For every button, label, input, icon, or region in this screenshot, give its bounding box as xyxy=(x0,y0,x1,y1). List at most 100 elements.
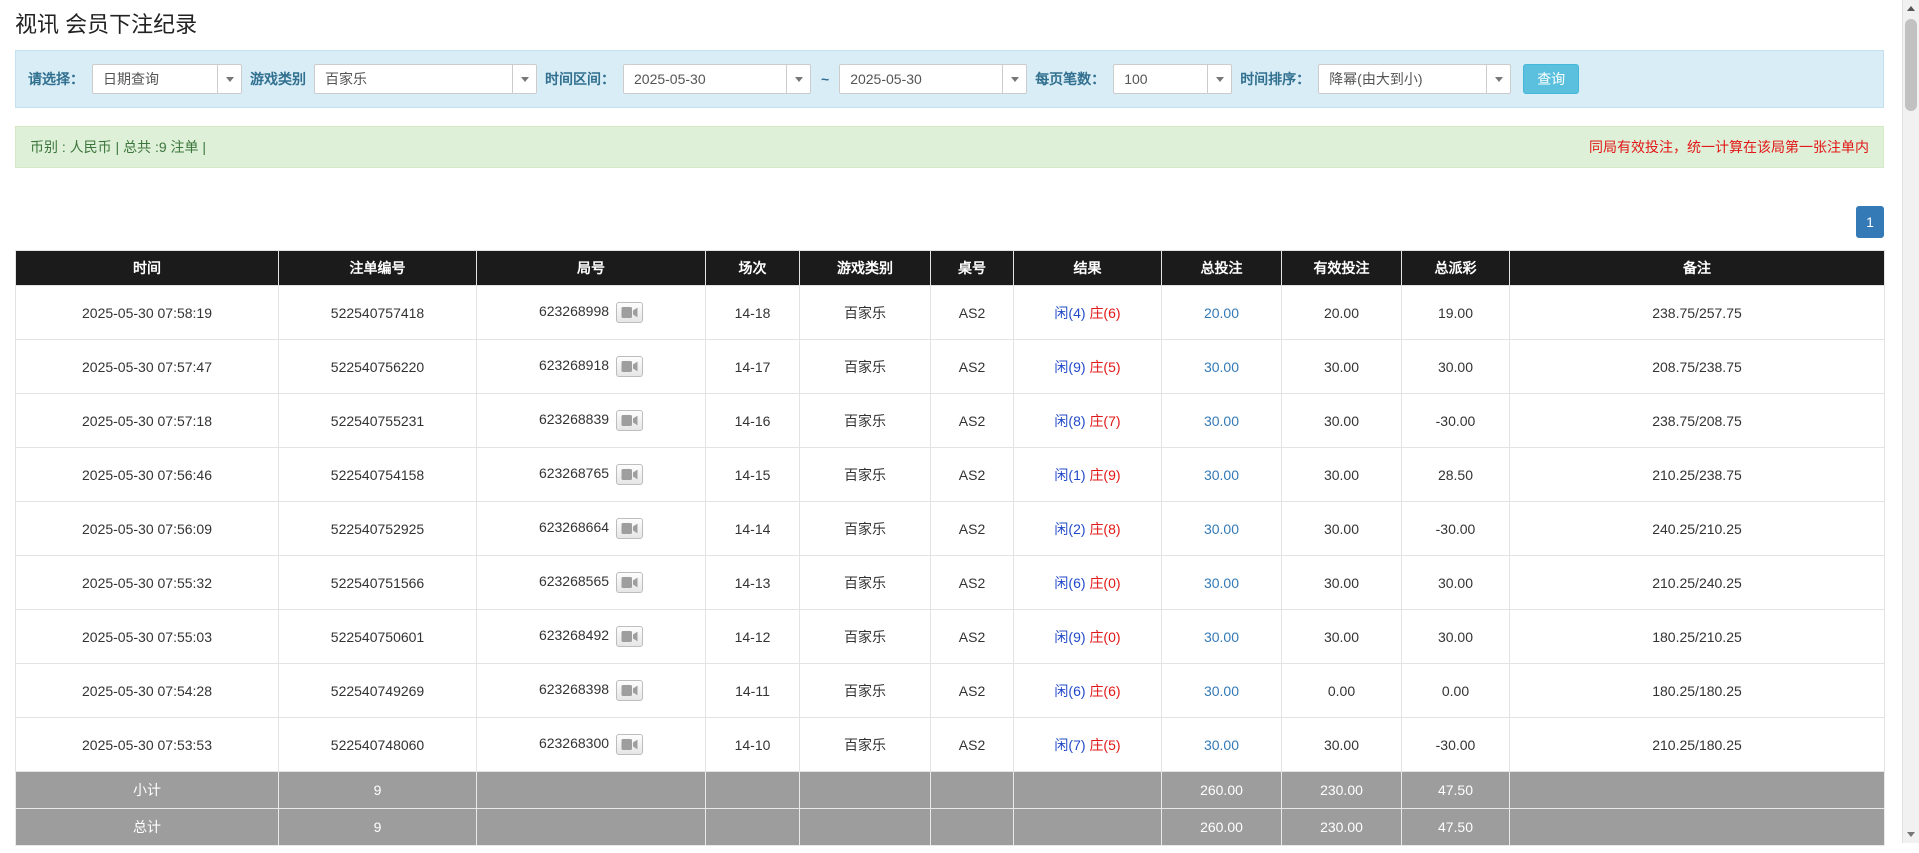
caret-down-icon xyxy=(217,65,241,93)
game-type-cell: 百家乐 xyxy=(800,718,931,772)
result-cell: 闲(6) 庄(0) xyxy=(1014,556,1162,610)
summary-cell: 9 xyxy=(279,772,477,809)
video-icon[interactable] xyxy=(616,356,643,377)
round-number: 623268998 xyxy=(539,303,609,319)
bet-records-table: 时间注单编号局号场次游戏类别桌号结果总投注有效投注总派彩备注 2025-05-3… xyxy=(15,250,1885,846)
payout-cell: 19.00 xyxy=(1402,286,1510,340)
per-page-select[interactable]: 100 xyxy=(1113,64,1232,94)
note-cell: 208.75/238.75 xyxy=(1510,340,1885,394)
session-cell: 14-10 xyxy=(706,718,800,772)
page-button-1[interactable]: 1 xyxy=(1856,206,1884,238)
scroll-down-icon[interactable] xyxy=(1903,826,1919,843)
currency-summary: 币别 : 人民币 | 总共 :9 注单 | xyxy=(30,137,206,157)
total-bet-cell: 30.00 xyxy=(1162,664,1282,718)
summary-cell xyxy=(1014,772,1162,809)
total-bet-link[interactable]: 30.00 xyxy=(1204,359,1239,375)
table-no-cell: AS2 xyxy=(931,394,1014,448)
round-cell: 623268565 xyxy=(477,556,706,610)
query-type-select[interactable]: 日期查询 xyxy=(92,64,242,94)
scroll-thumb[interactable] xyxy=(1905,19,1917,111)
summary-cell: 260.00 xyxy=(1162,772,1282,809)
session-cell: 14-12 xyxy=(706,610,800,664)
bet-id-cell: 522540750601 xyxy=(279,610,477,664)
total-row: 总计9260.00230.0047.50 xyxy=(16,809,1885,846)
date-from-select[interactable]: 2025-05-30 xyxy=(623,64,811,94)
table-no-cell: AS2 xyxy=(931,664,1014,718)
note-cell: 240.25/210.25 xyxy=(1510,502,1885,556)
result-cell: 闲(7) 庄(5) xyxy=(1014,718,1162,772)
game-type-cell: 百家乐 xyxy=(800,664,931,718)
payout-cell: -30.00 xyxy=(1402,394,1510,448)
player-result: 闲(6) xyxy=(1054,683,1085,699)
banker-result: 庄(8) xyxy=(1089,521,1120,537)
video-icon[interactable] xyxy=(616,734,643,755)
video-icon[interactable] xyxy=(616,518,643,539)
game-type-select[interactable]: 百家乐 xyxy=(314,64,537,94)
summary-label: 总计 xyxy=(16,809,279,846)
bet-id-cell: 522540756220 xyxy=(279,340,477,394)
sort-order-value: 降幂(由大到小) xyxy=(1319,69,1486,89)
round-cell: 623268839 xyxy=(477,394,706,448)
total-bet-link[interactable]: 30.00 xyxy=(1204,467,1239,483)
total-bet-link[interactable]: 30.00 xyxy=(1204,413,1239,429)
video-icon[interactable] xyxy=(616,680,643,701)
player-result: 闲(9) xyxy=(1054,359,1085,375)
time-cell: 2025-05-30 07:58:19 xyxy=(16,286,279,340)
total-bet-link[interactable]: 30.00 xyxy=(1204,575,1239,591)
caret-down-icon xyxy=(512,65,536,93)
date-to-select[interactable]: 2025-05-30 xyxy=(839,64,1027,94)
total-bet-link[interactable]: 30.00 xyxy=(1204,521,1239,537)
total-bet-cell: 30.00 xyxy=(1162,448,1282,502)
date-from-value: 2025-05-30 xyxy=(624,71,786,87)
query-type-value: 日期查询 xyxy=(93,69,217,89)
valid-bet-cell: 30.00 xyxy=(1282,340,1402,394)
note-cell: 180.25/210.25 xyxy=(1510,610,1885,664)
total-bet-link[interactable]: 30.00 xyxy=(1204,737,1239,753)
summary-cell xyxy=(800,772,931,809)
video-icon[interactable] xyxy=(616,302,643,323)
time-cell: 2025-05-30 07:56:46 xyxy=(16,448,279,502)
total-bet-link[interactable]: 30.00 xyxy=(1204,629,1239,645)
bet-id-cell: 522540751566 xyxy=(279,556,477,610)
column-header: 注单编号 xyxy=(279,251,477,286)
summary-cell xyxy=(477,772,706,809)
note-cell: 238.75/208.75 xyxy=(1510,394,1885,448)
column-header: 局号 xyxy=(477,251,706,286)
scroll-up-icon[interactable] xyxy=(1903,0,1919,17)
summary-cell xyxy=(706,809,800,846)
summary-cell xyxy=(1510,772,1885,809)
video-icon[interactable] xyxy=(616,626,643,647)
total-bet-link[interactable]: 20.00 xyxy=(1204,305,1239,321)
caret-down-icon xyxy=(786,65,810,93)
sort-order-select[interactable]: 降幂(由大到小) xyxy=(1318,64,1511,94)
round-number: 623268839 xyxy=(539,411,609,427)
result-cell: 闲(4) 庄(6) xyxy=(1014,286,1162,340)
date-to-value: 2025-05-30 xyxy=(840,71,1002,87)
note-cell: 210.25/238.75 xyxy=(1510,448,1885,502)
total-bet-link[interactable]: 30.00 xyxy=(1204,683,1239,699)
table-no-cell: AS2 xyxy=(931,718,1014,772)
video-icon[interactable] xyxy=(616,464,643,485)
column-header: 有效投注 xyxy=(1282,251,1402,286)
result-cell: 闲(6) 庄(6) xyxy=(1014,664,1162,718)
player-result: 闲(6) xyxy=(1054,575,1085,591)
video-camera-glyph xyxy=(621,576,638,589)
game-type-cell: 百家乐 xyxy=(800,394,931,448)
total-bet-cell: 30.00 xyxy=(1162,340,1282,394)
video-icon[interactable] xyxy=(616,410,643,431)
game-type-cell: 百家乐 xyxy=(800,556,931,610)
summary-cell: 9 xyxy=(279,809,477,846)
video-icon[interactable] xyxy=(616,572,643,593)
note-cell: 210.25/180.25 xyxy=(1510,718,1885,772)
column-header: 总投注 xyxy=(1162,251,1282,286)
round-cell: 623268998 xyxy=(477,286,706,340)
round-number: 623268398 xyxy=(539,681,609,697)
search-button[interactable]: 查询 xyxy=(1523,64,1579,94)
vertical-scrollbar[interactable] xyxy=(1902,0,1919,843)
banker-result: 庄(0) xyxy=(1089,575,1120,591)
player-result: 闲(2) xyxy=(1054,521,1085,537)
banker-result: 庄(5) xyxy=(1089,737,1120,753)
bet-id-cell: 522540752925 xyxy=(279,502,477,556)
valid-bet-cell: 30.00 xyxy=(1282,394,1402,448)
range-separator: ~ xyxy=(819,71,831,87)
